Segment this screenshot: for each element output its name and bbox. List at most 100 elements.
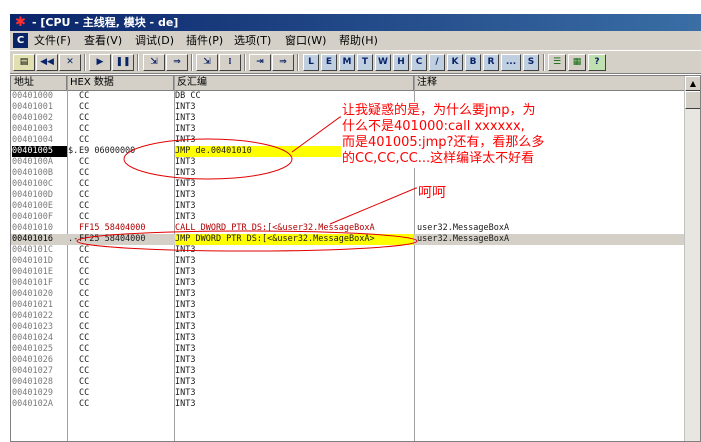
call-stack-window-button[interactable]: K [447,54,463,71]
trace-over-icon[interactable]: ⁞ [219,54,241,71]
disassembly-cell: INT3 [175,256,196,266]
hex-cell: CC [79,190,90,200]
open-icon[interactable]: ▤ [13,54,35,71]
threads-window-button[interactable]: T [357,54,373,71]
table-row[interactable]: 0040100F CC INT3 [11,212,685,223]
window-title-bar[interactable]: ✱ - [CPU - 主线程, 模块 - de] [10,14,701,31]
address-cell: 0040101D [12,256,53,266]
table-row[interactable]: 00401020 CC INT3 [11,289,685,300]
goto-icon[interactable]: ⇒ [272,54,294,71]
table-row[interactable]: 00401021 CC INT3 [11,300,685,311]
address-cell: 00401023 [12,322,53,332]
handles-window-button[interactable]: H [393,54,409,71]
hex-cell: CC [79,333,90,343]
table-row[interactable]: 0040101E CC INT3 [11,267,685,278]
table-row[interactable]: 00401023 CC INT3 [11,322,685,333]
address-cell: 00401028 [12,377,53,387]
table-row[interactable]: 00401029 CC INT3 [11,388,685,399]
table-row[interactable]: 00401022 CC INT3 [11,311,685,322]
table-row[interactable]: 00401010 FF15 58404000 CALL DWORD PTR DS:[… [11,223,685,234]
menu-options[interactable]: 选项(T) [234,31,271,50]
windows-window-button[interactable]: W [375,54,391,71]
step-into-icon[interactable]: ⇲ [143,54,165,71]
hex-cell: CC [79,124,90,134]
menu-plugins[interactable]: 插件(P) [186,31,223,50]
hex-cell: CC [79,212,90,222]
rewind-icon[interactable]: ◀◀ [36,54,58,71]
address-cell: 00401020 [12,289,53,299]
hex-cell: CC [79,300,90,310]
hex-cell: CC [79,399,90,409]
hex-cell: CC [79,311,90,321]
close-icon[interactable]: ✕ [59,54,81,71]
menu-view[interactable]: 查看(V) [84,31,122,50]
address-cell: 00401004 [12,135,53,145]
menu-window[interactable]: 窗口(W) [285,31,326,50]
hex-cell: CC [79,256,90,266]
hex-cell: CC [79,179,90,189]
menu-debug[interactable]: 调试(D) [135,31,174,50]
table-row[interactable]: 0040100B CC INT3 [11,168,685,179]
disassembly-cell: JMP DWORD PTR DS:[<&user32.MessageBoxA> [175,234,413,245]
hex-cell: CC [79,135,90,145]
run-icon[interactable]: ▶ [89,54,111,71]
references-window-button[interactable]: R [483,54,499,71]
table-row[interactable]: 0040100D CC INT3 [11,190,685,201]
table-row[interactable]: 0040102A CC INT3 [11,399,685,410]
step-over-icon[interactable]: ⇒ [166,54,188,71]
table-row[interactable]: 00401026 CC INT3 [11,355,685,366]
header-hex-data[interactable]: HEX 数据 [67,76,174,91]
pause-icon[interactable]: ❚❚ [112,54,134,71]
header-disassembly[interactable]: 反汇编 [174,76,414,91]
table-row[interactable]: 0040100E CC INT3 [11,201,685,212]
disassembly-cell: DB CC [175,91,201,101]
disassembly-cell: INT3 [175,168,196,178]
hex-cell: E9 06000000 [79,146,136,156]
table-row[interactable]: 00401027 CC INT3 [11,366,685,377]
disassembly-cell: INT3 [175,322,196,332]
log-window-button[interactable]: L [303,54,319,71]
disassembly-cell: INT3 [175,333,196,343]
disassembly-cell: INT3 [175,388,196,398]
address-cell: 0040100D [12,190,53,200]
scroll-up-icon[interactable]: ▲ [685,76,700,91]
list-icon[interactable]: ☰ [548,54,566,71]
vertical-scrollbar[interactable]: ▲ [684,76,700,441]
memory-window-button[interactable]: M [339,54,355,71]
table-row[interactable]: 00401025 CC INT3 [11,344,685,355]
run-trace-window-button[interactable]: ... [501,54,521,71]
header-comment[interactable]: 注释 [414,76,685,91]
table-row[interactable]: 00401000 CC DB CC [11,91,685,102]
table-row[interactable]: 0040101F CC INT3 [11,278,685,289]
address-cell: 0040101F [12,278,53,288]
address-cell: 00401016 [12,234,53,244]
table-row[interactable]: 00401024 CC INT3 [11,333,685,344]
table-row[interactable]: 0040101D CC INT3 [11,256,685,267]
table-row[interactable]: 0040101C CC INT3 [11,245,685,256]
table-row[interactable]: 0040100C CC INT3 [11,179,685,190]
menu-file[interactable]: 文件(F) [34,31,71,50]
table-row[interactable]: 00401016 .- FF25 58404000 JMP DWORD PTR DS:… [11,234,685,245]
breakpoints-window-button[interactable]: B [465,54,481,71]
hex-cell: CC [79,388,90,398]
execute-till-return-icon[interactable]: ⇥ [249,54,271,71]
disassembly-cell: INT3 [175,267,196,277]
hex-cell: CC [79,377,90,387]
hex-cell: CC [79,113,90,123]
menu-bar: C 文件(F) 查看(V) 调试(D) 插件(P) 选项(T) 窗口(W) 帮助… [10,31,701,50]
grid-icon[interactable]: ▦ [568,54,586,71]
patches-window-button[interactable]: / [429,54,445,71]
hex-cell: CC [79,366,90,376]
trace-into-icon[interactable]: ⇲ [196,54,218,71]
address-cell: 00401000 [12,91,53,101]
cpu-window-icon[interactable]: C [13,33,28,48]
header-address[interactable]: 地址 [11,76,67,91]
menu-help[interactable]: 帮助(H) [339,31,378,50]
source-window-button[interactable]: S [523,54,539,71]
help-icon[interactable]: ? [588,54,606,71]
table-row[interactable]: 00401028 CC INT3 [11,377,685,388]
column-header: 地址 HEX 数据 反汇编 注释 [11,76,685,91]
cpu-window-button[interactable]: C [411,54,427,71]
scroll-thumb[interactable] [685,91,700,109]
modules-window-button[interactable]: E [321,54,337,71]
